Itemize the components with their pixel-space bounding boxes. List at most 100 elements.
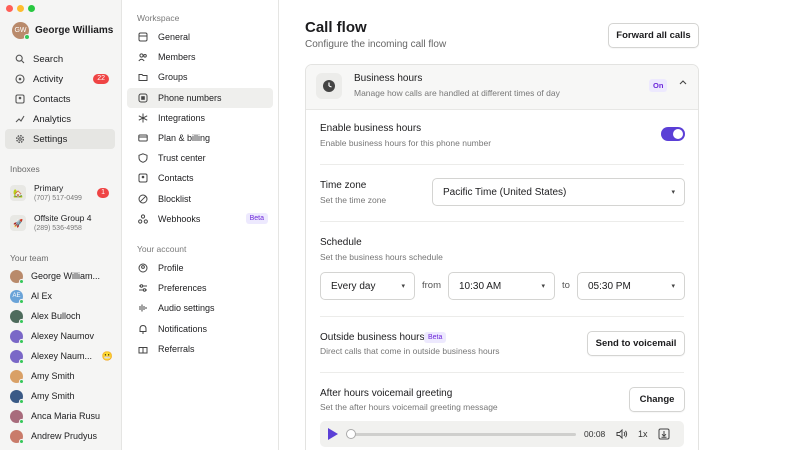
schedule-subtitle: Set the business hours schedule	[320, 252, 443, 262]
avatar	[10, 369, 24, 384]
settings-item-webhooks[interactable]: Webhooks Beta	[127, 209, 273, 229]
time-zone-title: Time zone	[320, 180, 367, 191]
settings-item-phone-numbers[interactable]: Phone numbers	[127, 87, 273, 108]
schedule-end-value: 05:30 PM	[588, 280, 631, 292]
team-member-name: Amy Smith	[31, 371, 75, 381]
members-icon	[137, 52, 148, 63]
minimize-window-button[interactable]	[17, 5, 24, 12]
chevron-up-icon[interactable]	[679, 79, 687, 85]
audio-progress-track[interactable]	[348, 433, 576, 436]
avatar-initials: GW	[14, 27, 27, 34]
settings-item-audio-settings[interactable]: Audio settings	[127, 298, 273, 318]
team-member[interactable]: Amy Smith	[10, 386, 115, 406]
play-icon[interactable]	[328, 428, 338, 440]
send-to-voicemail-button[interactable]: Send to voicemail	[587, 331, 685, 356]
settings-sidebar: Workspace General Members Groups Phone n…	[122, 0, 279, 450]
current-user[interactable]: GW George Williams	[12, 22, 114, 40]
team-member[interactable]: AE Al Ex	[10, 286, 115, 306]
avatar	[10, 349, 24, 364]
beta-badge: Beta	[245, 213, 268, 225]
analytics-icon	[14, 114, 25, 125]
online-status-dot	[19, 278, 24, 284]
beta-badge: Beta	[424, 332, 447, 343]
schedule-end-select[interactable]: 05:30 PM ▾	[577, 272, 685, 300]
time-zone-select[interactable]: Pacific Time (United States) ▾	[432, 178, 685, 206]
forward-all-calls-button[interactable]: Forward all calls	[608, 23, 699, 48]
avatar	[10, 269, 24, 284]
inbox-offsite-group[interactable]: 🚀 Offsite Group 4 (289) 536-4958	[10, 213, 115, 241]
profile-icon	[137, 263, 148, 274]
zoom-window-button[interactable]	[28, 5, 35, 12]
settings-item-general[interactable]: General	[127, 27, 273, 47]
settings-item-groups[interactable]: Groups	[127, 67, 273, 87]
audio-scrubber-handle[interactable]	[346, 429, 356, 439]
voicemail-greeting-title: After hours voicemail greeting	[320, 388, 453, 399]
status-emoji: 😬	[101, 350, 113, 361]
time-zone-subtitle: Set the time zone	[320, 195, 387, 205]
settings-item-trust-center[interactable]: Trust center	[127, 148, 273, 168]
settings-item-contacts[interactable]: Contacts	[127, 168, 273, 188]
team-member-name: Al Ex	[31, 291, 53, 301]
nav-item-search[interactable]: Search	[5, 49, 115, 69]
business-hours-header[interactable]: Business hours Manage how calls are hand…	[306, 65, 698, 110]
gear-icon	[14, 134, 25, 145]
general-icon	[137, 32, 148, 43]
settings-item-label: Contacts	[158, 173, 194, 184]
nav-item-label: Search	[33, 53, 64, 65]
close-window-button[interactable]	[6, 5, 13, 12]
avatar	[10, 309, 24, 324]
schedule-days-value: Every day	[331, 280, 376, 292]
playback-speed[interactable]: 1x	[638, 429, 648, 439]
download-icon[interactable]	[658, 428, 670, 440]
enable-business-hours-toggle[interactable]	[661, 127, 685, 141]
inbox-primary[interactable]: 🏡 Primary (707) 517-0499 1	[10, 183, 115, 211]
schedule-days-select[interactable]: Every day ▾	[320, 272, 415, 300]
settings-item-preferences[interactable]: Preferences	[127, 278, 273, 298]
settings-item-label: Phone numbers	[158, 92, 222, 103]
chevron-down-icon: ▾	[671, 189, 675, 196]
settings-item-label: Trust center	[158, 153, 206, 164]
contacts-icon	[137, 173, 148, 184]
webhook-icon	[137, 213, 148, 224]
settings-item-referrals[interactable]: Referrals	[127, 339, 273, 359]
audio-duration: 00:08	[584, 429, 606, 439]
settings-item-blocklist[interactable]: Blocklist	[127, 189, 273, 209]
change-greeting-button[interactable]: Change	[629, 387, 685, 412]
settings-item-notifications[interactable]: Notifications	[127, 319, 273, 339]
page-subtitle: Configure the incoming call flow	[305, 39, 447, 50]
nav-item-contacts[interactable]: Contacts	[5, 89, 115, 109]
divider	[320, 164, 684, 165]
schedule-start-select[interactable]: 10:30 AM ▾	[448, 272, 555, 300]
nav-item-settings[interactable]: Settings	[5, 129, 115, 149]
block-icon	[137, 193, 148, 204]
left-sidebar: GW George Williams Search Activity 22 Co…	[0, 0, 122, 450]
settings-item-members[interactable]: Members	[127, 47, 273, 67]
team-member[interactable]: Alex Bulloch	[10, 306, 115, 326]
nav-item-activity[interactable]: Activity 22	[5, 69, 115, 89]
team-member[interactable]: Alexey Naum... 😬	[10, 346, 115, 366]
inboxes-label: Inboxes	[10, 164, 40, 174]
avatar	[10, 329, 24, 344]
team-member[interactable]: Andrew Prudyus	[10, 426, 115, 446]
sliders-icon	[137, 283, 148, 294]
chevron-down-icon: ▾	[671, 283, 675, 290]
team-member[interactable]: George William...	[10, 266, 115, 286]
team-member-name: George William...	[31, 271, 101, 281]
team-member[interactable]: Amy Smith	[10, 366, 115, 386]
settings-item-integrations[interactable]: Integrations	[127, 108, 273, 128]
voicemail-audio-player: 00:08 1x	[320, 421, 684, 447]
volume-icon[interactable]	[616, 429, 628, 439]
divider	[320, 372, 684, 373]
page-title: Call flow	[305, 19, 367, 36]
outside-business-hours-title: Outside business hours	[320, 332, 425, 343]
settings-item-label: Blocklist	[158, 193, 192, 204]
settings-item-profile[interactable]: Profile	[127, 258, 273, 278]
time-zone-value: Pacific Time (United States)	[443, 186, 567, 198]
phone-number-icon	[137, 92, 148, 103]
settings-item-label: Webhooks	[158, 213, 201, 224]
nav-item-analytics[interactable]: Analytics	[5, 109, 115, 129]
user-name: George Williams	[35, 25, 114, 36]
settings-item-plan-billing[interactable]: Plan & billing	[127, 128, 273, 148]
team-member[interactable]: Anca Maria Rusu	[10, 406, 115, 426]
team-member[interactable]: Alexey Naumov	[10, 326, 115, 346]
